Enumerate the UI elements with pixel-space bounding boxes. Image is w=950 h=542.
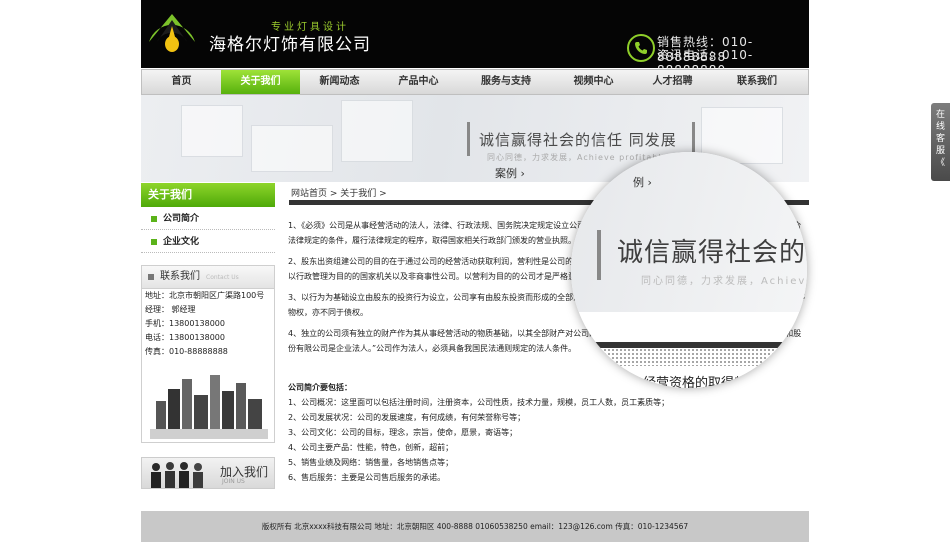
nav-news[interactable]: 新闻动态 bbox=[300, 70, 379, 94]
nav-jobs[interactable]: 人才招聘 bbox=[633, 70, 712, 94]
contact-phone: 电话：13800138000 bbox=[145, 333, 225, 342]
join-us-en: JOIN US bbox=[222, 478, 245, 485]
online-char: 在 bbox=[935, 110, 945, 120]
nav-contact[interactable]: 联系我们 bbox=[712, 70, 802, 94]
bullet-icon bbox=[151, 216, 157, 222]
nav-products[interactable]: 产品中心 bbox=[379, 70, 458, 94]
phone-icon bbox=[627, 34, 655, 62]
contact-fax: 传真：010-88888888 bbox=[145, 347, 228, 356]
contact-title: 联系我们 bbox=[160, 271, 200, 282]
nav-video[interactable]: 视频中心 bbox=[554, 70, 633, 94]
magnifier-text: 经营资格的取得都需要得到 bbox=[643, 376, 800, 388]
online-service-tab[interactable]: 在 线 客 服 《 bbox=[931, 103, 950, 181]
company-name: 海格尔灯饰有限公司 bbox=[209, 35, 371, 55]
bullet-icon bbox=[151, 239, 157, 245]
intro-item: 3、公司文化：公司的目标，理念，宗旨，使命，愿景，寄语等； bbox=[288, 428, 518, 437]
contact-box: 联系我们 Contact Us 地址：北京市朝阳区广渠路100号 经理： 郭经理 … bbox=[141, 265, 275, 443]
magnifier-lens: 例 › 诚信赢得社会的信 同心同德，力求发展，Achieve p 经营资格的取得… bbox=[571, 152, 807, 388]
main-nav: 首页 关于我们 新闻动态 产品中心 服务与支持 视频中心 人才招聘 联系我们 bbox=[141, 69, 809, 95]
sidebar-item-label: 公司简介 bbox=[163, 214, 200, 224]
contact-title-en: Contact Us bbox=[206, 274, 239, 281]
site-footer: 版权所有 北京xxxx科技有限公司 地址：北京朝阳区 400-8888 0106… bbox=[141, 511, 809, 542]
banner-decor-block bbox=[341, 100, 413, 162]
contact-address: 地址：北京市朝阳区广渠路100号 bbox=[145, 291, 265, 300]
site-header: 专业灯具设计 海格尔灯饰有限公司 销售热线：010-88888888 资讯电话：… bbox=[141, 0, 809, 77]
online-char: 客 bbox=[935, 134, 945, 144]
sidebar-title: 关于我们 bbox=[141, 183, 275, 207]
nav-service[interactable]: 服务与支持 bbox=[458, 70, 554, 94]
sidebar-item-culture[interactable]: 企业文化 bbox=[141, 231, 275, 253]
sidebar-item-label: 企业文化 bbox=[163, 237, 200, 247]
join-us-banner[interactable]: 加入我们 JOIN US bbox=[141, 457, 275, 489]
collapse-icon[interactable]: 《 bbox=[931, 157, 950, 169]
intro-item: 4、公司主要产品：性能，特色，创新，超前； bbox=[288, 443, 454, 452]
intro-item: 5、销售业绩及网络：销售量，各地销售点等； bbox=[288, 458, 454, 467]
contact-manager: 经理： 郭经理 bbox=[145, 305, 196, 314]
online-char: 线 bbox=[935, 122, 945, 132]
lamp-logo-icon[interactable] bbox=[147, 12, 197, 54]
intro-item: 1、公司概况：这里面可以包括注册时间，注册资本，公司性质，技术力量，规模，员工人… bbox=[288, 398, 670, 407]
magnifier-subtitle: 同心同德，力求发展，Achieve p bbox=[641, 276, 807, 287]
banner-decor-block bbox=[251, 125, 333, 172]
sidebar-item-profile[interactable]: 公司简介 bbox=[141, 208, 275, 230]
magnifier-slogan: 诚信赢得社会的信 bbox=[617, 238, 807, 268]
intro-item: 2、公司发展状况：公司的发展速度，有何成绩，有何荣誉称号等； bbox=[288, 413, 526, 422]
nav-about[interactable]: 关于我们 bbox=[221, 70, 300, 94]
banner-decor-block bbox=[181, 105, 243, 157]
nav-home[interactable]: 首页 bbox=[142, 70, 221, 94]
banner-case-link[interactable]: 案例 › bbox=[495, 165, 525, 181]
page-wrapper: 专业灯具设计 海格尔灯饰有限公司 销售热线：010-88888888 资讯电话：… bbox=[141, 0, 809, 542]
magnifier-case-text: 例 › bbox=[633, 176, 652, 189]
magnifier-dot-pattern bbox=[591, 348, 807, 366]
banner-slogan: 诚信赢得社会的信任 同发展 bbox=[479, 131, 677, 149]
magnifier-bracket bbox=[597, 230, 601, 280]
intro-item: 6、售后服务：主要是公司售后服务的承诺。 bbox=[288, 473, 446, 482]
team-people-image bbox=[151, 462, 203, 488]
city-skyline-image bbox=[150, 375, 268, 439]
contact-mobile: 手机：13800138000 bbox=[145, 319, 225, 328]
breadcrumb[interactable]: 网站首页 > 关于我们 > bbox=[291, 186, 387, 199]
contact-header: 联系我们 Contact Us bbox=[142, 266, 274, 289]
online-char: 服 bbox=[935, 146, 945, 156]
